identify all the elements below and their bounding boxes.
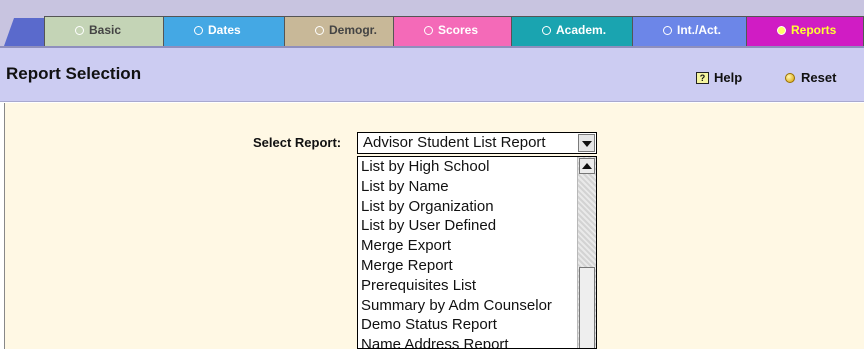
report-select-value: Advisor Student List Report [363,134,546,151]
scroll-up-arrow-icon[interactable] [579,158,595,174]
tab-label: Reports [791,23,837,37]
report-option[interactable]: Merge Report [358,256,596,276]
help-icon: ? [696,71,709,84]
scrollbar-thumb[interactable] [579,267,595,348]
page-header: Report Selection ? Help Reset [0,46,864,102]
tab-label: Int./Act. [677,23,721,37]
content-area: Select Report: Advisor Student List Repo… [4,103,864,349]
tab-label: Basic [89,23,122,37]
help-label: Help [714,70,743,85]
tab-basic[interactable]: Basic [44,16,170,46]
help-button[interactable]: ? Help [696,70,742,85]
report-option[interactable]: Demo Status Report [358,315,596,335]
tab-strip: Basic Dates Demogr. Scores Academ. Int./… [0,0,864,46]
tab-int-act[interactable]: Int./Act. [632,16,756,46]
tab-dot-icon [424,26,433,35]
tab-dot-icon [663,26,672,35]
report-option[interactable]: List by Name [358,177,596,197]
tab-dates[interactable]: Dates [163,16,291,46]
tab-demogr[interactable]: Demogr. [284,16,396,46]
report-option[interactable]: Name Address Report [358,335,596,348]
tab-academ[interactable]: Academ. [511,16,635,46]
report-option[interactable]: Merge Export [358,236,596,256]
page-title: Report Selection [6,64,142,83]
tab-dot-icon [315,26,324,35]
report-option[interactable]: List by User Defined [358,216,596,236]
report-options-list[interactable]: List by High School List by Name List by… [357,156,597,349]
reset-button[interactable]: Reset [785,70,836,85]
report-option[interactable]: List by High School [358,157,596,177]
tab-label: Academ. [556,23,607,37]
report-select[interactable]: Advisor Student List Report [357,132,597,154]
dropdown-scrollbar[interactable] [577,157,596,348]
tab-label: Scores [438,23,479,37]
tab-dot-icon [777,26,786,35]
report-option[interactable]: Prerequisites List [358,276,596,296]
reset-label: Reset [801,70,837,85]
report-option[interactable]: Summary by Adm Counselor [358,296,596,316]
tab-dot-icon [542,26,551,35]
tab-dot-icon [194,26,203,35]
select-report-label: Select Report: [253,135,342,150]
chevron-down-icon[interactable] [578,134,595,152]
tab-label: Demogr. [329,23,378,37]
tab-reports[interactable]: Reports [746,16,864,46]
report-option[interactable]: List by Organization [358,197,596,217]
tab-label: Dates [208,23,241,37]
reset-icon [785,72,795,83]
tab-dot-icon [75,26,84,35]
tab-scores[interactable]: Scores [393,16,515,46]
